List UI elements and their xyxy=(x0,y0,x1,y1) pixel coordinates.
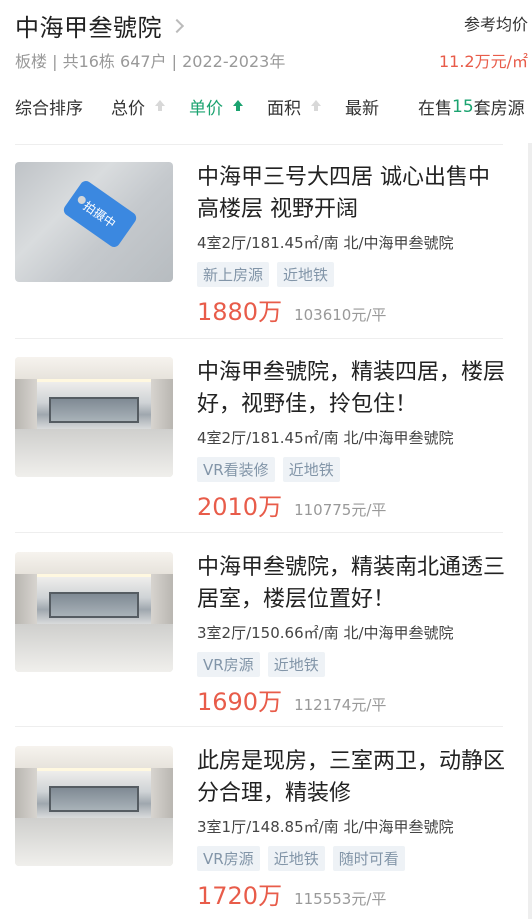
sort-total-price-label: 总价 xyxy=(111,99,145,119)
listing-tag: 近地铁 xyxy=(282,457,340,482)
sort-bar: 综合排序 总价 单价 面积 最新 在售 15 套房源 xyxy=(0,84,532,128)
listing-price: 1720万 115553元/平 xyxy=(197,876,386,911)
community-title: 中海甲叁號院 xyxy=(15,14,162,42)
listing-tag: 近地铁 xyxy=(277,262,335,287)
listing-title[interactable]: 此房是现房，三室两卫，动静区分合理，精装修 xyxy=(197,746,507,810)
on-sale-count: 在售 15 套房源 xyxy=(418,94,525,120)
listing-tag: 近地铁 xyxy=(267,652,325,677)
listing-tag: VR房源 xyxy=(197,652,260,677)
listing-info: 4室2厅/181.45㎡/南 北/中海甲叁號院 xyxy=(197,234,454,252)
total-price: 2010万 xyxy=(197,493,283,521)
sort-unit-price[interactable]: 单价 xyxy=(189,94,243,119)
reference-price-label: 参考均价 xyxy=(463,15,528,34)
photo-light xyxy=(33,768,155,771)
listing-title[interactable]: 中海甲叁號院，精装四居，楼层好，视野佳，拎包住！ xyxy=(197,357,507,421)
sort-default-label: 综合排序 xyxy=(15,99,83,119)
photo-floor xyxy=(15,624,173,672)
sort-newest-label: 最新 xyxy=(345,99,379,119)
total-price: 1690万 xyxy=(197,688,283,716)
total-price: 1880万 xyxy=(197,298,283,326)
listing-info: 4室2厅/181.45㎡/南 北/中海甲叁號院 xyxy=(197,429,454,447)
listing-title[interactable]: 中海甲三号大四居 诚心出售中高楼层 视野开阔 xyxy=(197,162,507,226)
listing-tags: VR房源 近地铁 xyxy=(197,652,333,677)
unit-price: 110775元/平 xyxy=(294,501,387,519)
sort-area-label: 面积 xyxy=(267,99,301,119)
sort-newest[interactable]: 最新 xyxy=(345,94,379,119)
community-title-link[interactable]: 中海甲叁號院 xyxy=(15,8,185,43)
listing-price: 1880万 103610元/平 xyxy=(197,292,386,327)
listing-photo[interactable] xyxy=(15,552,173,672)
photo-window xyxy=(49,397,139,423)
listing-info: 3室1厅/148.85㎡/南 北/中海甲叁號院 xyxy=(197,818,454,836)
listing-tag: 近地铁 xyxy=(267,846,325,871)
total-price: 1720万 xyxy=(197,882,283,910)
listing-tag: VR看装修 xyxy=(197,457,275,482)
listing-info: 3室2厅/150.66㎡/南 北/中海甲叁號院 xyxy=(197,624,454,642)
shooting-badge: 拍摄中 xyxy=(61,178,139,250)
photo-window xyxy=(49,786,139,812)
community-header: 中海甲叁號院 板楼 | 共16栋 647户 | 2022-2023年 参考均价 … xyxy=(0,0,532,80)
photo-ceiling xyxy=(15,357,173,379)
chevron-right-icon xyxy=(169,18,185,33)
photo-floor xyxy=(15,818,173,866)
listing-photo[interactable]: 拍摄中 xyxy=(15,162,173,282)
on-sale-number: 15 xyxy=(452,96,474,117)
listing-tags: VR房源 近地铁 随时可看 xyxy=(197,846,413,871)
listing-item[interactable]: 中海甲叁號院，精装南北通透三居室，楼层位置好！ 3室2厅/150.66㎡/南 北… xyxy=(0,532,532,726)
sort-total-price[interactable]: 总价 xyxy=(111,94,165,119)
shooting-badge-label: 拍摄中 xyxy=(80,198,119,231)
listing-photo[interactable] xyxy=(15,746,173,866)
listing-photo[interactable] xyxy=(15,357,173,477)
on-sale-suffix: 套房源 xyxy=(473,99,525,119)
photo-light xyxy=(33,574,155,577)
photo-light xyxy=(33,379,155,382)
sort-unit-price-label: 单价 xyxy=(189,99,223,119)
listing-title[interactable]: 中海甲叁號院，精装南北通透三居室，楼层位置好！ xyxy=(197,552,507,616)
photo-window xyxy=(49,592,139,618)
listing-item[interactable]: 此房是现房，三室两卫，动静区分合理，精装修 3室1厅/148.85㎡/南 北/中… xyxy=(0,726,532,919)
listing-price: 2010万 110775元/平 xyxy=(197,487,386,522)
listing-tag: VR房源 xyxy=(197,846,260,871)
on-sale-prefix: 在售 xyxy=(418,99,452,119)
reference-price-value: 11.2万元/㎡ xyxy=(438,52,528,71)
sort-default[interactable]: 综合排序 xyxy=(15,94,83,119)
listing-price: 1690万 112174元/平 xyxy=(197,682,386,717)
unit-price: 112174元/平 xyxy=(294,696,387,714)
listing-item[interactable]: 中海甲叁號院，精装四居，楼层好，视野佳，拎包住！ 4室2厅/181.45㎡/南 … xyxy=(0,338,532,532)
photo-ceiling xyxy=(15,552,173,574)
unit-price: 103610元/平 xyxy=(294,306,387,324)
listing-tag: 新上房源 xyxy=(197,262,270,287)
unit-price: 115553元/平 xyxy=(294,890,387,908)
sort-area[interactable]: 面积 xyxy=(267,94,321,119)
listing-tag: 随时可看 xyxy=(332,846,405,871)
photo-floor xyxy=(15,429,173,477)
photo-ceiling xyxy=(15,746,173,768)
listing-tags: 新上房源 近地铁 xyxy=(197,262,342,287)
listing-item[interactable]: 拍摄中 中海甲三号大四居 诚心出售中高楼层 视野开阔 4室2厅/181.45㎡/… xyxy=(0,144,532,338)
listing-tags: VR看装修 近地铁 xyxy=(197,457,348,482)
community-meta: 板楼 | 共16栋 647户 | 2022-2023年 xyxy=(15,52,286,71)
